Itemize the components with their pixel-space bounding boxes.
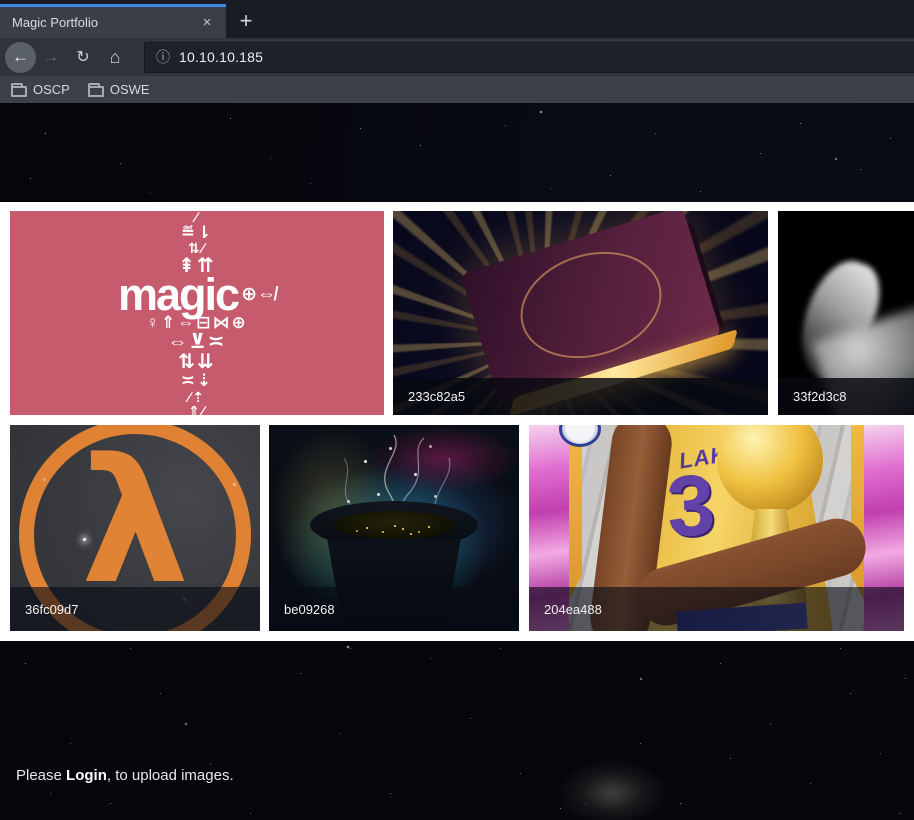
wordart-magic-text: magic [118,276,238,314]
home-icon: ⌂ [110,47,121,68]
forward-button[interactable]: → [36,47,66,67]
wordart-line: ⇅⇊ [178,352,216,372]
jersey-number: 3 [664,456,717,557]
bookmark-folder-oswe[interactable]: OSWE [88,82,150,97]
login-link[interactable]: Login [66,767,107,784]
gold-frame-bar [569,425,582,600]
reload-icon: ↻ [76,47,89,67]
tab-title: Magic Portfolio [12,15,196,30]
image-caption: 204ea488 [529,587,904,631]
gallery-card-233c82a5[interactable]: 233c82a5 [393,211,768,415]
gallery-card-magic-wordart[interactable]: ∕ ≝⇂ ⇅∕ ⇞⇈ magic ⊕⇎ ♀⇑⇔⊟⋈⊕ ⇔⊻≍ ⇅⇊ ≍⇣ ∕⇡ … [10,211,384,415]
caption-text: 33f2d3c8 [793,389,847,404]
back-icon: ← [12,47,29,67]
tab-magic-portfolio[interactable]: Magic Portfolio × [0,4,226,38]
magic-wordart-image: ∕ ≝⇂ ⇅∕ ⇞⇈ magic ⊕⇎ ♀⇑⇔⊟⋈⊕ ⇔⊻≍ ⇅⇊ ≍⇣ ∕⇡ … [10,211,384,415]
gallery-card-be09268[interactable]: be09268 [269,425,519,631]
page-viewport: ∕ ≝⇂ ⇅∕ ⇞⇈ magic ⊕⇎ ♀⇑⇔⊟⋈⊕ ⇔⊻≍ ⇅⇊ ≍⇣ ∕⇡ … [0,103,914,820]
star-field-bright [0,103,2,105]
new-tab-button[interactable]: + [231,7,261,34]
wordart-line: ⇑∕ [188,404,206,415]
reload-button[interactable]: ↻ [68,47,98,67]
tab-close-icon[interactable]: × [196,14,218,31]
wordart-line: ♀⇑⇔⊟⋈⊕ [146,314,247,331]
caption-text: 204ea488 [544,602,602,617]
wordart-line: ∕⇡ [188,390,206,404]
folder-icon [11,86,27,97]
tab-bar: Magic Portfolio × + [0,0,914,38]
back-button[interactable]: ← [5,42,36,73]
gold-specks [394,525,396,527]
image-caption: 233c82a5 [393,378,768,415]
wordart-line: ≝⇂ [181,224,214,241]
gallery-card-36fc09d7[interactable]: λ 36fc09d7 [10,425,260,631]
gallery-card-33f2d3c8[interactable]: 33f2d3c8 [778,211,914,415]
bookmarks-toolbar: OSCP OSWE [0,76,914,103]
bookmark-folder-oscp[interactable]: OSCP [11,82,70,97]
image-gallery: ∕ ≝⇂ ⇅∕ ⇞⇈ magic ⊕⇎ ♀⇑⇔⊟⋈⊕ ⇔⊻≍ ⇅⇊ ≍⇣ ∕⇡ … [0,202,914,641]
site-info-icon[interactable]: ⓘ [156,47,170,67]
bookmark-label: OSWE [110,82,150,97]
caption-text: be09268 [284,602,335,617]
wordart-line: ≍⇣ [181,372,214,389]
bookmark-label: OSCP [33,82,70,97]
gallery-card-204ea488[interactable]: LAK 3 204ea488 [529,425,904,631]
hat-mouth [333,511,455,539]
wordart-line: ⇅∕ [188,241,206,255]
caption-text: 36fc09d7 [25,602,79,617]
galaxy-glow [555,758,670,820]
caption-text: 233c82a5 [408,389,465,404]
image-caption: 36fc09d7 [10,587,260,631]
login-prompt-prefix: Please [16,767,66,784]
wordart-line: ⊕⇎ [241,287,276,303]
wordart-line: ⇔⊻≍ [168,332,227,352]
login-prompt: Please Login, to upload images. [16,767,234,784]
image-caption: be09268 [269,587,519,631]
star-dot [83,538,86,541]
folder-icon [88,86,104,97]
forward-icon: → [43,47,60,67]
navigation-toolbar: ← → ↻ ⌂ ⓘ 10.10.10.185 [0,38,914,76]
url-bar[interactable]: ⓘ 10.10.10.185 [144,42,914,73]
login-prompt-suffix: , to upload images. [107,767,234,784]
sparkle-dots [269,425,272,428]
plus-icon: + [240,8,253,34]
image-caption: 33f2d3c8 [778,378,914,415]
url-text: 10.10.10.185 [179,49,263,65]
home-button[interactable]: ⌂ [100,47,130,68]
gold-frame-bar [851,425,864,600]
